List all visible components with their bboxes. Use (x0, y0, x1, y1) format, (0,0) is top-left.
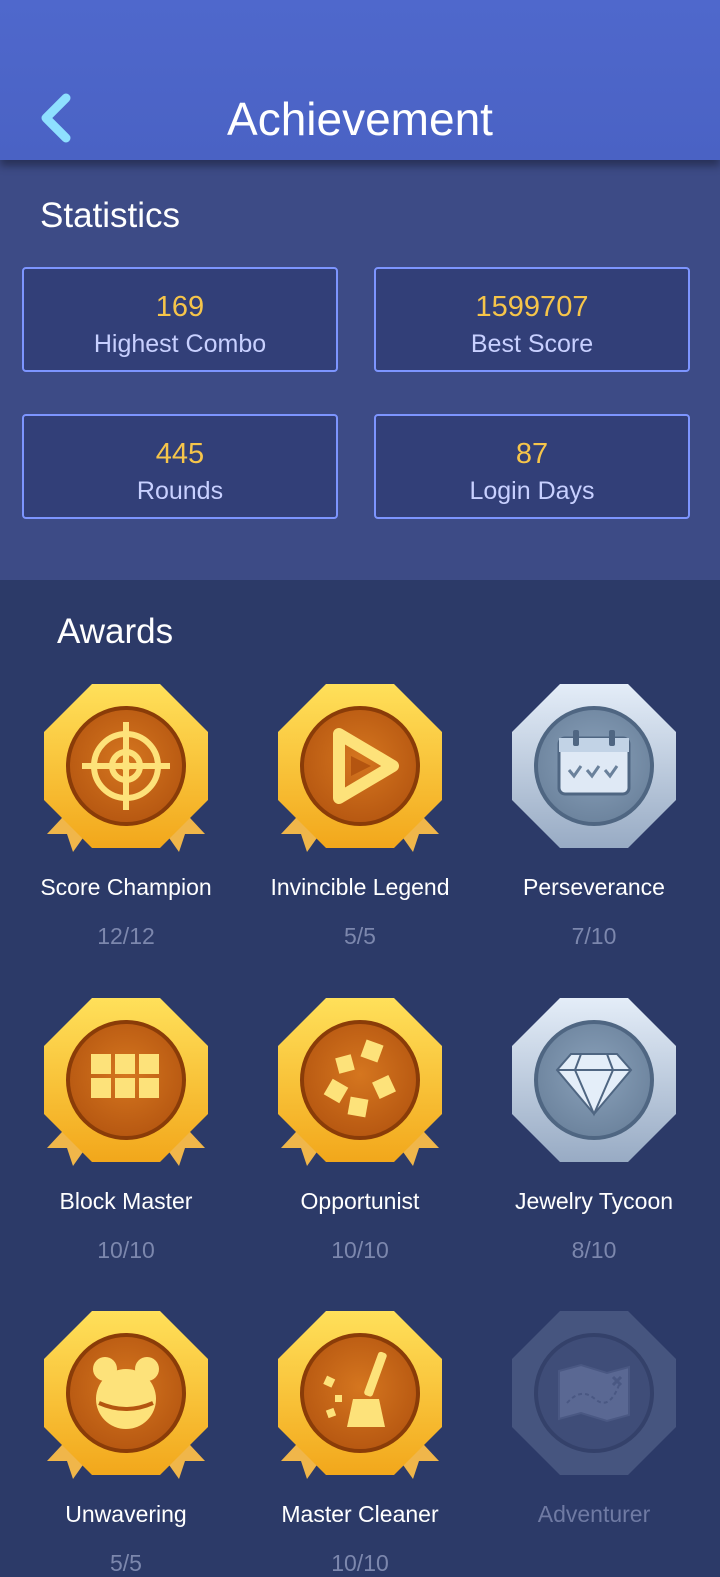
top-bar: Achievement (0, 0, 720, 160)
page-title: Achievement (227, 93, 493, 145)
stat-label: Best Score (470, 330, 594, 358)
statistics-heading: Statistics (40, 196, 181, 235)
stat-label: Login Days (469, 477, 595, 505)
awards-heading: Awards (57, 612, 174, 651)
badge-gold (278, 684, 442, 852)
badge-gold (278, 1311, 442, 1479)
badge-silver (512, 998, 676, 1162)
statistics-panel: Statistics 169 Highest Combo 1599707 Bes… (0, 160, 720, 580)
stat-card-rounds: 445 Rounds (22, 414, 338, 519)
award-name: Score Champion (40, 874, 212, 900)
award-progress: 7/10 (571, 923, 617, 949)
stat-value: 87 (515, 438, 549, 470)
award-name: Invincible Legend (270, 874, 450, 900)
award-name: Perseverance (523, 874, 665, 900)
award-progress: 12/12 (97, 923, 155, 949)
stat-card-login-days: 87 Login Days (374, 414, 690, 519)
award-name: Unwavering (65, 1501, 187, 1527)
award-progress: 8/10 (571, 1237, 617, 1263)
award-progress: 5/5 (344, 923, 376, 949)
map-icon (558, 1363, 630, 1423)
badge-gold (44, 1311, 208, 1479)
stat-card-best-score: 1599707 Best Score (374, 267, 690, 372)
award-master-cleaner[interactable]: Master Cleaner 10/10 (243, 1311, 477, 1577)
badge-gold (278, 998, 442, 1166)
award-perseverance[interactable]: Perseverance 7/10 (477, 684, 711, 950)
award-progress: 10/10 (331, 1550, 389, 1576)
award-score-champion[interactable]: Score Champion 12/12 (9, 684, 243, 950)
stat-label: Rounds (136, 477, 224, 505)
award-name: Block Master (59, 1188, 193, 1214)
award-name: Jewelry Tycoon (514, 1188, 674, 1214)
badge-gold (44, 998, 208, 1166)
award-progress: 10/10 (331, 1237, 389, 1263)
award-progress: 10/10 (97, 1237, 155, 1263)
award-unwavering[interactable]: Unwavering 5/5 (9, 1311, 243, 1577)
award-name: Master Cleaner (281, 1501, 439, 1527)
award-block-master[interactable]: Block Master 10/10 (9, 998, 243, 1264)
award-adventurer[interactable]: Adventurer (477, 1311, 711, 1550)
stat-label: Highest Combo (93, 330, 267, 358)
stat-value: 445 (155, 438, 205, 470)
stat-value: 169 (155, 291, 205, 323)
award-invincible-legend[interactable]: Invincible Legend 5/5 (243, 684, 477, 950)
badge-gold (44, 684, 208, 852)
award-jewelry-tycoon[interactable]: Jewelry Tycoon 8/10 (477, 998, 711, 1264)
badge-locked (512, 1311, 676, 1475)
award-name: Opportunist (300, 1188, 420, 1214)
stat-card-highest-combo: 169 Highest Combo (22, 267, 338, 372)
awards-panel: Awards Score Champion 12/12 Invincible L… (0, 580, 720, 1576)
badge-silver (512, 684, 676, 848)
stat-value: 1599707 (475, 291, 589, 323)
award-opportunist[interactable]: Opportunist 10/10 (243, 998, 477, 1264)
calendar-icon (557, 730, 631, 796)
award-name: Adventurer (537, 1501, 651, 1527)
award-progress: 5/5 (110, 1550, 142, 1576)
